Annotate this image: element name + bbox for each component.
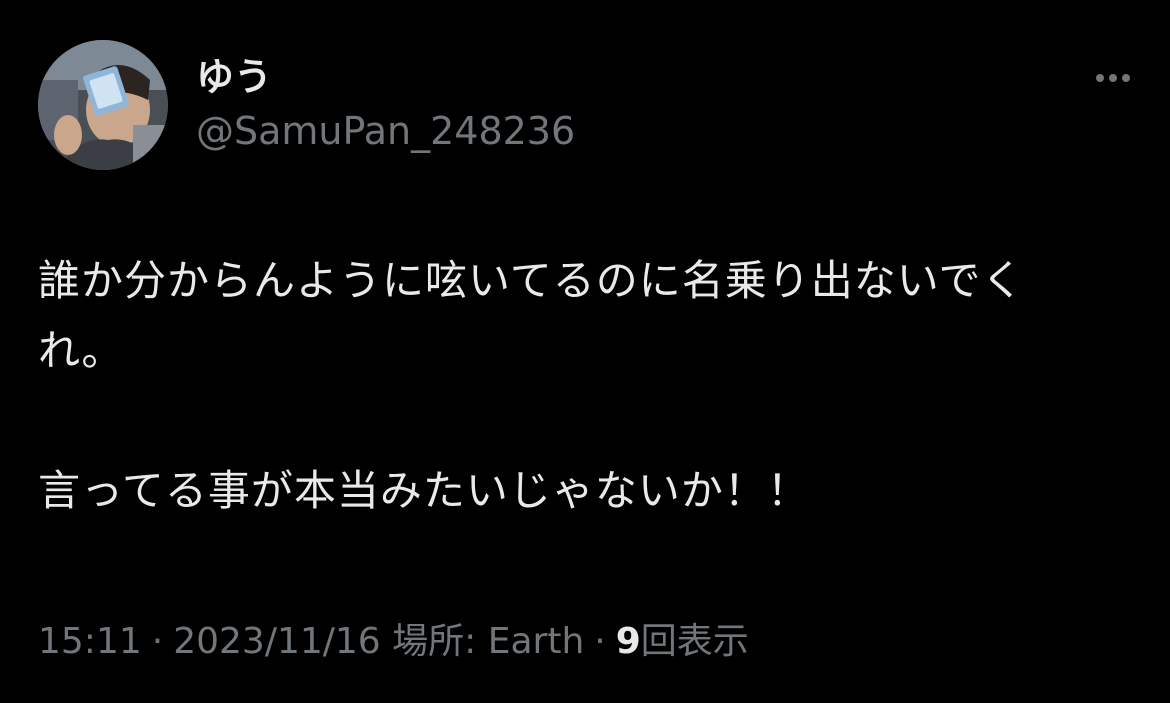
more-dot-3	[1122, 74, 1130, 82]
views-label: 回表示	[640, 621, 749, 662]
tweet-text: 誰か分からんように呟いてるのに名乗り出ないでく れ。 言ってる事が本当みたいじゃ…	[38, 246, 1138, 526]
meta-separator: ·	[594, 621, 606, 662]
more-dot-2	[1109, 74, 1117, 82]
avatar[interactable]	[38, 40, 168, 170]
views-count: 9	[615, 621, 641, 662]
tweet-date[interactable]: 2023/11/16	[173, 621, 381, 662]
more-horizontal-icon[interactable]	[1088, 58, 1138, 98]
tweet: ゆう @SamuPan_248236 誰か分からんように呟いてるのに名乗り出ない…	[0, 0, 1170, 703]
tweet-line: れ。	[38, 326, 125, 375]
user-handle[interactable]: @SamuPan_248236	[196, 108, 575, 154]
display-name[interactable]: ゆう	[196, 54, 272, 100]
tweet-meta: 15:11 · 2023/11/16 場所: Earth · 9回表示	[38, 618, 749, 666]
tweet-header: ゆう @SamuPan_248236	[38, 40, 1138, 172]
tweet-line-break	[38, 386, 1138, 456]
tweet-location: 場所: Earth	[392, 621, 585, 662]
tweet-line: 言ってる事が本当みたいじゃないか！！	[38, 466, 810, 515]
meta-separator: ·	[151, 621, 164, 662]
more-dot-1	[1096, 74, 1104, 82]
tweet-line: 誰か分からんように呟いてるのに名乗り出ないでく	[38, 256, 1025, 305]
tweet-time[interactable]: 15:11	[38, 621, 142, 662]
avatar-image	[38, 40, 168, 170]
